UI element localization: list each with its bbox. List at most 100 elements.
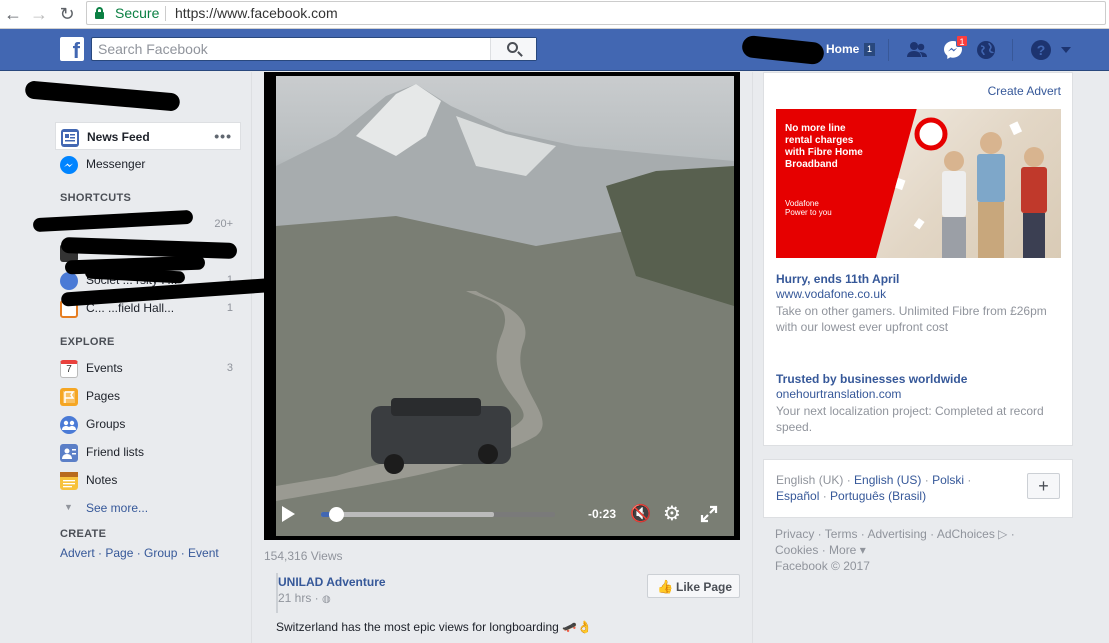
search-box xyxy=(91,37,537,61)
sidebar-item-pages[interactable]: Pages xyxy=(55,382,241,410)
shortcut-count: 20+ xyxy=(214,218,233,230)
language-link[interactable]: Polski xyxy=(932,473,964,487)
create-advert-link[interactable]: Create Advert xyxy=(988,84,1061,98)
language-line: English (UK) · English (US) · Polski · xyxy=(776,473,972,487)
lock-icon xyxy=(95,7,104,19)
search-icon xyxy=(507,42,518,53)
ad-image-headline: No more line rental charges with Fibre H… xyxy=(785,123,863,170)
sidebar-item-friend-lists[interactable]: Friend lists xyxy=(55,438,241,466)
friend-requests-icon[interactable] xyxy=(906,39,928,61)
chevron-down-icon: ▼ xyxy=(64,502,73,512)
account-menu-caret-icon[interactable] xyxy=(1061,47,1071,53)
vodafone-ad-image[interactable]: No more line rental charges with Fibre H… xyxy=(776,109,1061,258)
back-arrow-icon[interactable]: ← xyxy=(2,3,24,25)
facebook-logo-icon[interactable]: f xyxy=(60,37,84,61)
page-name-link[interactable]: UNILAD Adventure xyxy=(278,575,386,589)
settings-gear-icon[interactable]: ⚙ xyxy=(663,504,681,524)
home-link[interactable]: Home xyxy=(826,42,859,56)
fullscreen-icon[interactable] xyxy=(699,504,719,529)
sidebar-item-label: Friend lists xyxy=(86,445,145,459)
like-page-label: Like Page xyxy=(676,580,733,594)
video-controls: -0:23 🔇 ⚙ xyxy=(264,496,740,540)
shortcuts-header: SHORTCUTS xyxy=(60,192,132,204)
url-text[interactable]: https://www.facebook.com xyxy=(175,5,338,21)
reload-icon[interactable]: ↻ xyxy=(56,3,78,25)
more-options-icon[interactable]: ••• xyxy=(214,128,232,144)
groups-icon xyxy=(60,416,78,434)
mute-icon[interactable]: 🔇 xyxy=(630,504,651,524)
sidebar-item-messenger[interactable]: Messenger xyxy=(55,150,241,178)
video-player[interactable]: -0:23 🔇 ⚙ xyxy=(264,72,740,540)
sidebar-item-groups[interactable]: Groups xyxy=(55,410,241,438)
language-link[interactable]: English (US) xyxy=(854,473,921,487)
footer-copyright: Facebook © 2017 xyxy=(775,559,870,573)
video-progress-bar[interactable] xyxy=(321,507,555,522)
sponsored-ads-card: Create Advert No more line rental charge… xyxy=(763,72,1073,446)
see-more-label: See more... xyxy=(86,501,149,515)
create-links[interactable]: Advert · Page · Group · Event xyxy=(60,546,219,560)
footer-links: Privacy · Terms · Advertising · AdChoice… xyxy=(775,526,1075,574)
sidebar-item-label: Messenger xyxy=(86,157,146,171)
more-languages-button[interactable]: + xyxy=(1027,473,1060,499)
messages-count-badge: 1 xyxy=(956,35,968,47)
video-frame xyxy=(276,76,734,536)
search-input[interactable] xyxy=(92,38,487,60)
time-remaining: -0:23 xyxy=(588,507,617,521)
language-line: Español · Português (Brasil) xyxy=(776,489,927,503)
column-divider xyxy=(752,72,753,643)
search-button[interactable] xyxy=(490,38,536,60)
group-icon xyxy=(60,272,78,290)
play-icon[interactable] xyxy=(282,506,295,522)
view-count: 154,316 Views xyxy=(264,549,343,563)
forward-arrow-icon[interactable]: → xyxy=(28,3,50,25)
footer-line[interactable]: Privacy · Terms · Advertising · AdChoice… xyxy=(775,526,1075,542)
column-divider xyxy=(251,72,252,643)
browser-toolbar: ← → ↻ Secure https://www.facebook.com xyxy=(0,0,1109,29)
post-caption: Switzerland has the most epic views for … xyxy=(276,620,593,634)
post-timestamp[interactable]: 21 hrs · ◍ xyxy=(278,591,331,605)
ad-title-link[interactable]: Trusted by businesses worldwide xyxy=(776,372,967,386)
create-header: CREATE xyxy=(60,528,107,540)
sidebar-item-label: Groups xyxy=(86,417,126,431)
language-link[interactable]: Português (Brasil) xyxy=(830,489,926,503)
footer-line[interactable]: Cookies · More ▾ xyxy=(775,542,1075,558)
language-selector-card: English (UK) · English (US) · Polski · E… xyxy=(763,459,1073,518)
notifications-globe-icon[interactable] xyxy=(975,39,997,61)
ad-brand-tagline: Power to you xyxy=(785,208,832,217)
sidebar-item-news-feed[interactable]: News Feed ••• xyxy=(55,122,241,150)
help-icon[interactable]: ? xyxy=(1031,40,1051,60)
events-count: 3 xyxy=(226,362,233,374)
shortcut-count: 1 xyxy=(226,302,233,314)
notes-icon xyxy=(60,472,78,490)
ad-image-brand: Vodafone Power to you xyxy=(785,199,832,217)
redacted-profile-link xyxy=(24,80,181,112)
ad-title-link[interactable]: Hurry, ends 11th April xyxy=(776,272,899,286)
thumbs-up-icon: 👍 xyxy=(657,579,674,594)
events-calendar-icon: 7 xyxy=(60,360,78,378)
like-page-button[interactable]: 👍 Like Page xyxy=(647,574,740,598)
explore-header: EXPLORE xyxy=(60,336,115,348)
seek-handle[interactable] xyxy=(329,507,345,522)
sidebar-item-label: Pages xyxy=(86,389,121,403)
header-divider xyxy=(888,39,889,61)
language-current: English (UK) xyxy=(776,473,844,487)
header-divider xyxy=(1012,39,1013,61)
sidebar-item-notes[interactable]: Notes xyxy=(55,466,241,494)
address-divider xyxy=(165,6,166,21)
home-count-badge: 1 xyxy=(864,43,875,56)
post-time-text: 21 hrs · xyxy=(278,591,323,605)
buffered-fill xyxy=(321,512,495,517)
language-link[interactable]: Español xyxy=(776,489,819,503)
ad-domain-link[interactable]: www.vodafone.co.uk xyxy=(776,287,886,301)
news-feed-icon xyxy=(61,129,79,147)
ad-domain-link[interactable]: onehourtranslation.com xyxy=(776,387,901,401)
globe-icon: ◍ xyxy=(322,594,331,605)
ad-description: Your next localization project: Complete… xyxy=(776,404,1044,434)
ad-brand-name: Vodafone xyxy=(785,199,819,208)
pages-flag-icon xyxy=(60,388,78,406)
secure-label: Secure xyxy=(115,5,160,21)
address-bar[interactable]: Secure https://www.facebook.com xyxy=(86,1,1106,25)
messenger-icon xyxy=(60,156,78,174)
see-more-link[interactable]: ▼ See more... xyxy=(55,494,241,522)
sidebar-item-events[interactable]: 7 Events 3 xyxy=(55,354,241,382)
